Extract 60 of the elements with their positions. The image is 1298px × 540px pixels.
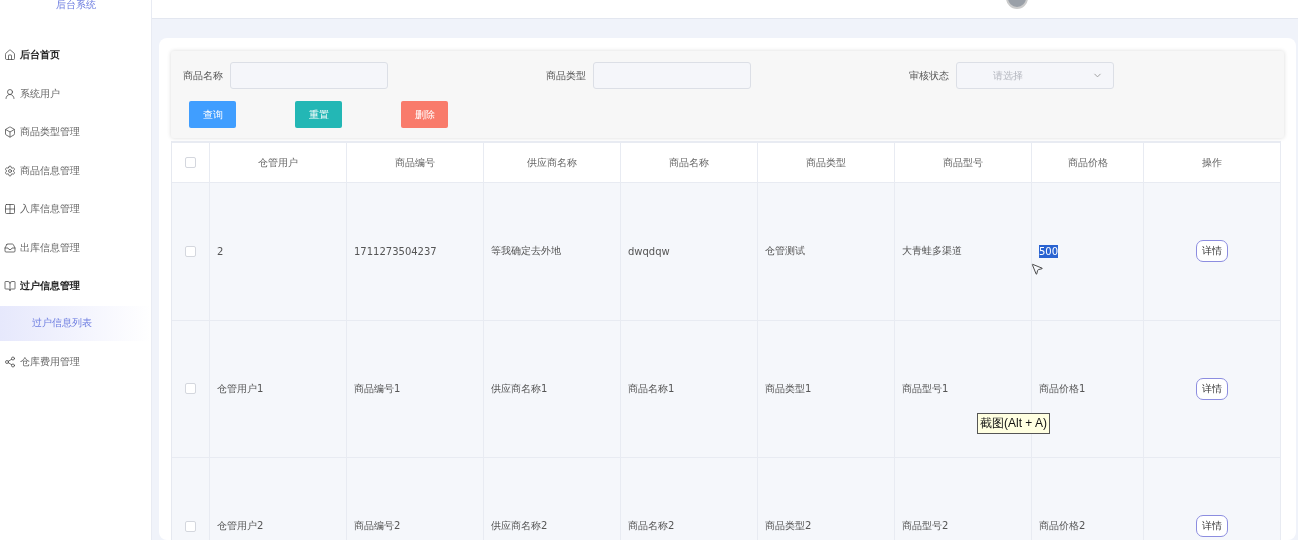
table-cell-text: 等我确定去外地	[491, 244, 561, 259]
menu-item[interactable]: 后台首页	[0, 36, 151, 75]
table-cell-text: 商品编号2	[354, 519, 401, 534]
table-cell-text: 仓管用户1	[217, 381, 264, 396]
table-cell-text: 商品编号1	[354, 381, 401, 396]
column-header: 商品类型	[758, 141, 895, 183]
menu-icon	[4, 126, 16, 139]
column-header: 供应商名称	[484, 141, 621, 183]
app-title: 后台系统	[54, 0, 97, 12]
details-button[interactable]: 详情	[1196, 240, 1228, 263]
menu-item[interactable]: 商品类型管理	[0, 113, 151, 152]
menu-item[interactable]: 出库信息管理	[0, 228, 151, 267]
menu-icon	[4, 49, 16, 62]
table-cell-text: 商品型号2	[902, 519, 949, 534]
row-checkbox[interactable]	[185, 383, 196, 395]
column-header: 商品编号	[347, 141, 484, 183]
table-cell-text: 仓管用户2	[217, 519, 264, 534]
field-label: 商品名称	[183, 68, 223, 83]
details-button[interactable]: 详情	[1196, 515, 1228, 538]
table-cell: dwqdqw	[628, 244, 670, 258]
menu-icon	[4, 355, 16, 368]
pointer-cursor-icon	[1030, 262, 1044, 278]
column-header: 商品名称	[621, 141, 758, 183]
table-cell-text: 商品类型2	[765, 519, 812, 534]
table-cell-text: 商品价格1	[1039, 381, 1086, 396]
menu-item[interactable]: 过户信息管理	[0, 267, 151, 306]
column-header: 仓管用户	[210, 141, 347, 183]
details-button[interactable]: 详情	[1196, 377, 1228, 400]
menu-item[interactable]: 商品信息管理	[0, 151, 151, 190]
column-header: 商品型号	[895, 141, 1032, 183]
table-cell-text: 商品类型1	[765, 381, 812, 396]
column-header: 操作	[1144, 141, 1281, 183]
menu-icon	[4, 280, 16, 293]
input-field[interactable]	[230, 62, 388, 89]
menu-icon	[4, 164, 16, 177]
menu-item[interactable]: 系统用户	[0, 74, 151, 113]
input-field[interactable]	[593, 62, 751, 89]
table-cell: 500	[1039, 244, 1059, 258]
table-cell: 1711273504237	[354, 244, 437, 258]
select-all-checkbox[interactable]	[185, 157, 196, 168]
field-label: 商品类型	[546, 68, 586, 83]
menu-item[interactable]: 入库信息管理	[0, 190, 151, 229]
table-cell-text: 供应商名称2	[491, 519, 548, 534]
menu-icon	[4, 87, 16, 100]
menu-item[interactable]: 仓库费用管理	[0, 342, 151, 381]
column-header: 商品价格	[1032, 141, 1144, 183]
table-cell-text: 商品名称1	[628, 381, 675, 396]
menu-icon	[4, 241, 16, 254]
table-cell-text: 仓管测试	[765, 244, 805, 259]
table-cell-text: 大青蛙多渠道	[902, 244, 962, 259]
table-cell: 2	[217, 244, 224, 258]
row-checkbox[interactable]	[185, 245, 196, 257]
table-cell-text: 供应商名称1	[491, 381, 548, 396]
row-checkbox[interactable]	[185, 520, 196, 532]
table-cell-text: 商品型号1	[902, 381, 949, 396]
tooltip: 截图(Alt + A)	[977, 413, 1050, 434]
menu-icon	[4, 203, 16, 216]
field-label: 审核状态	[909, 68, 949, 83]
table-cell-text: 商品价格2	[1039, 519, 1086, 534]
table-cell-text: 商品名称2	[628, 519, 675, 534]
